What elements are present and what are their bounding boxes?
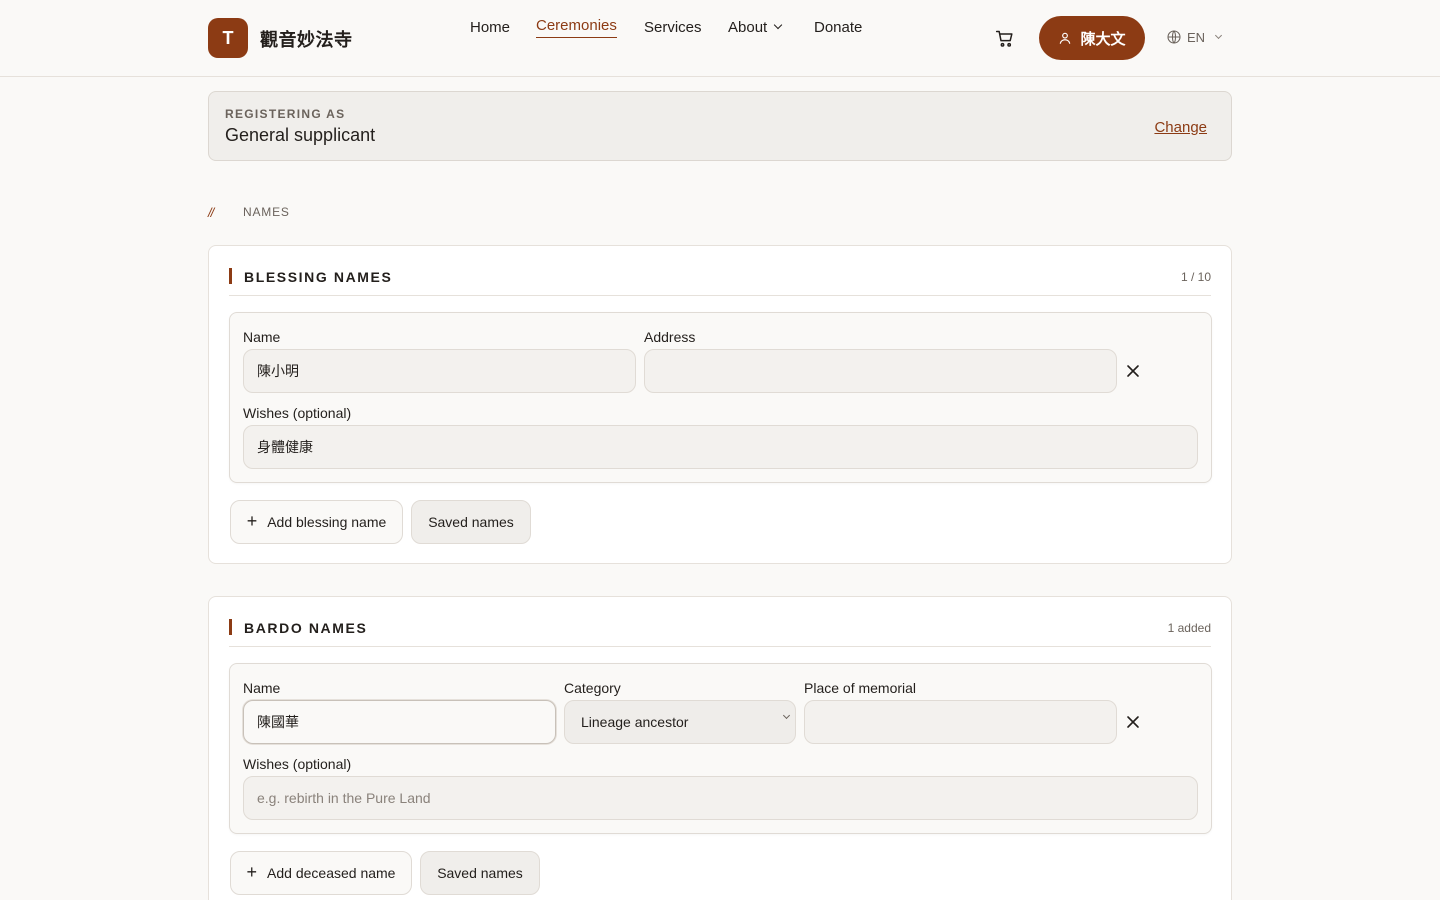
accent-bar — [229, 619, 232, 635]
accent-bar — [229, 268, 232, 284]
place-label: Place of memorial — [804, 680, 917, 696]
add-deceased-label: Add deceased name — [267, 865, 396, 881]
registering-as-panel: REGISTERING AS General supplicant Change — [208, 91, 1232, 161]
wishes-input[interactable]: 身體健康 — [243, 425, 1198, 469]
nav-ceremonies[interactable]: Ceremonies — [536, 17, 617, 38]
saved-names-button[interactable]: Saved names — [411, 500, 531, 544]
chevron-down-icon — [1215, 31, 1223, 39]
chevron-down-icon — [773, 20, 783, 30]
card-header: BARDO NAMES 1 added — [229, 597, 1211, 647]
card-header: BLESSING NAMES 1 / 10 — [229, 246, 1211, 296]
language-selector[interactable]: EN — [1166, 29, 1223, 45]
name-input[interactable]: 陳國華 — [243, 700, 556, 744]
section-label: NAMES — [243, 205, 290, 219]
wishes-label: Wishes (optional) — [243, 405, 352, 421]
category-label: Category — [564, 680, 621, 696]
change-link[interactable]: Change — [1154, 119, 1207, 136]
close-icon[interactable] — [1123, 712, 1143, 732]
category-select[interactable]: Lineage ancestor — [564, 700, 796, 744]
language-code: EN — [1187, 29, 1206, 45]
add-blessing-name-button[interactable]: + Add blessing name — [230, 500, 403, 544]
account-name: 陳大文 — [1080, 30, 1126, 48]
saved-names-button[interactable]: Saved names — [420, 851, 540, 895]
nav-donate[interactable]: Donate — [814, 19, 862, 36]
nav-about[interactable]: About — [728, 18, 783, 36]
add-deceased-name-button[interactable]: + Add deceased name — [230, 851, 412, 895]
plus-icon: + — [246, 861, 258, 882]
cart-icon[interactable] — [995, 29, 1015, 49]
card-title: BARDO NAMES — [244, 620, 368, 636]
nav-home[interactable]: Home — [470, 19, 510, 36]
card-count: 1 added — [1167, 621, 1211, 635]
address-input[interactable] — [644, 349, 1117, 393]
name-label: Name — [243, 329, 281, 345]
category-value: Lineage ancestor — [581, 714, 689, 730]
name-label: Name — [243, 680, 281, 696]
account-button[interactable]: 陳大文 — [1039, 16, 1145, 60]
nav-about-label: About — [728, 18, 768, 36]
bardo-entry: Name 陳國華 Category Lineage ancestor Place… — [229, 663, 1212, 834]
wishes-label: Wishes (optional) — [243, 756, 352, 772]
nav-services[interactable]: Services — [644, 19, 702, 36]
card-title: BLESSING NAMES — [244, 269, 393, 285]
place-input[interactable] — [804, 700, 1117, 744]
registering-value: General supplicant — [225, 125, 376, 145]
plus-icon: + — [246, 510, 258, 531]
address-label: Address — [644, 329, 696, 345]
chevron-down-icon — [782, 711, 791, 720]
card-count: 1 / 10 — [1180, 270, 1211, 284]
wishes-input[interactable]: e.g. rebirth in the Pure Land — [243, 776, 1198, 820]
add-blessing-label: Add blessing name — [267, 514, 387, 530]
brand-name[interactable]: 觀音妙法寺 — [260, 26, 353, 52]
bardo-names-card: BARDO NAMES 1 added Name 陳國華 Category Li… — [208, 596, 1232, 900]
registering-caption: REGISTERING AS — [225, 107, 346, 121]
close-icon[interactable] — [1123, 361, 1143, 381]
globe-icon — [1167, 30, 1181, 44]
name-input[interactable]: 陳小明 — [243, 349, 636, 393]
top-navigation: T 觀音妙法寺 Home Ceremonies Services About D… — [0, 0, 1440, 77]
logo-mark[interactable]: T — [208, 18, 248, 58]
user-icon — [1060, 32, 1071, 44]
blessing-entry: Name 陳小明 Address Wishes (optional) 身體健康 — [229, 312, 1212, 483]
breadcrumb-slash: // — [208, 205, 214, 220]
blessing-names-card: BLESSING NAMES 1 / 10 Name 陳小明 Address W… — [208, 245, 1232, 564]
